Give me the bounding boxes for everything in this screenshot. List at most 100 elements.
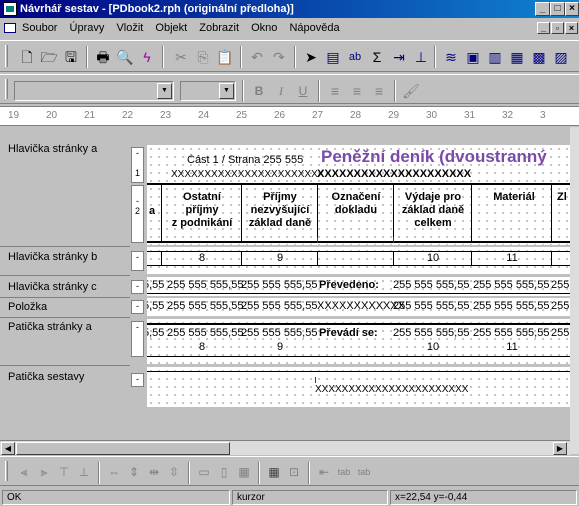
column-material-header[interactable]: Materiál — [477, 191, 551, 204]
frame-icon[interactable]: ▣ — [464, 48, 482, 66]
text-icon[interactable]: ab — [346, 48, 364, 66]
band-button-header-c[interactable]: - — [131, 280, 144, 294]
band-button-footer-a[interactable]: - — [131, 321, 144, 357]
band-button-header-b[interactable]: - — [131, 251, 144, 271]
amount-field[interactable]: 255 555 555,55 — [393, 300, 469, 313]
document-xfill[interactable]: XXXXXXXXXXXX — [317, 300, 405, 313]
horizontal-scrollbar[interactable]: ◀ ▶ — [0, 440, 570, 455]
toolbar-grip[interactable] — [5, 461, 8, 481]
amount-field[interactable]: 255 555 555,55 — [167, 300, 243, 313]
xfill-bold-text[interactable]: XXXXXXXXXXXXXXXXXXXXX — [317, 168, 471, 181]
transferred-label[interactable]: Převedeno: — [319, 279, 379, 292]
band-button-report-footer[interactable]: - — [131, 373, 144, 387]
field-icon[interactable]: ▤ — [324, 48, 342, 66]
column-other-income-header[interactable]: Ostatní příjmy z podnikání — [163, 191, 241, 230]
align-right-icon[interactable]: ≡ — [370, 82, 388, 100]
indent-icon[interactable]: ⇥ — [390, 48, 408, 66]
carry-over-label[interactable]: Převádí se: — [319, 327, 378, 340]
column-number-11[interactable]: 11 — [473, 341, 551, 354]
same-width-icon[interactable]: ⇔ — [106, 464, 122, 480]
document-icon[interactable] — [4, 23, 16, 33]
pointer-icon[interactable]: ➤ — [302, 48, 320, 66]
amount-field[interactable]: 255 555 555,55 — [473, 327, 549, 340]
send-back-icon[interactable]: ▯ — [216, 464, 232, 480]
band-item[interactable]: 5,55 255 555 555,55 255 555 555,55 XXXXX… — [147, 298, 570, 316]
menu-objekt[interactable]: Objekt — [155, 22, 187, 34]
mdi-close-button[interactable]: × — [565, 22, 578, 34]
bring-front-icon[interactable]: ▭ — [196, 464, 212, 480]
tab-icon[interactable]: tab — [336, 464, 352, 480]
band-page-footer-a[interactable]: 5,55 255 555 555,55 255 555 555,55 Převá… — [147, 319, 570, 364]
image-icon[interactable]: ▩ — [530, 48, 548, 66]
menu-napoveda[interactable]: Nápověda — [289, 22, 339, 34]
amount-field[interactable]: 255 555 555,55 — [393, 327, 469, 340]
report-title[interactable]: Peněžní deník (dvoustranný — [321, 147, 547, 167]
column-income-header[interactable]: Příjmy nezvyšující základ daně — [243, 191, 317, 230]
band-report-footer[interactable]: XXXXXXXXXXXXXXXXXXXXXXX — [147, 367, 570, 407]
column-number-10[interactable]: 10 — [395, 252, 471, 265]
section-label-page-footer-a[interactable]: Patička stránky a — [8, 321, 92, 333]
column-number-8[interactable]: 8 — [163, 252, 241, 265]
tab-right-icon[interactable]: tab — [356, 464, 372, 480]
section-label-page-header-a[interactable]: Hlavička stránky a — [8, 143, 97, 155]
band-icon[interactable]: ≋ — [442, 48, 460, 66]
column-number-8[interactable]: 8 — [163, 341, 241, 354]
paste-icon[interactable]: 📋 — [216, 48, 234, 66]
grid-toggle-icon[interactable]: ▦ — [266, 464, 282, 480]
table-icon[interactable]: ▥ — [486, 48, 504, 66]
tab-left-icon[interactable]: ⇤ — [316, 464, 332, 480]
same-height-icon[interactable]: ⇕ — [126, 464, 142, 480]
band-button-header-a-2[interactable]: - 2 — [131, 185, 144, 243]
toolbar-grip[interactable] — [5, 79, 8, 99]
amount-field[interactable]: 255 555 555,55 — [241, 279, 317, 292]
scroll-thumb[interactable] — [16, 442, 230, 455]
menu-zobrazit[interactable]: Zobrazit — [199, 22, 239, 34]
chevron-down-icon[interactable]: ▼ — [157, 83, 172, 99]
italic-button[interactable]: I — [272, 82, 290, 100]
group-icon[interactable]: ▦ — [236, 464, 252, 480]
space-vertical-icon[interactable]: ⇳ — [166, 464, 182, 480]
amount-field[interactable]: 255 555 555,55 — [241, 327, 317, 340]
redo-icon[interactable]: ↷ — [270, 48, 288, 66]
print-preview-icon[interactable]: 🔍 — [116, 48, 134, 66]
chevron-down-icon[interactable]: ▼ — [219, 83, 234, 99]
footer-xfill[interactable]: XXXXXXXXXXXXXXXXXXXXXXX — [315, 383, 468, 396]
column-number-9[interactable]: 9 — [243, 341, 317, 354]
amount-field[interactable]: 255 555 555,55 — [167, 327, 243, 340]
size-combo[interactable]: ▼ — [180, 81, 236, 101]
new-document-icon[interactable]: 🗋 — [18, 48, 36, 66]
menu-soubor[interactable]: Soubor — [22, 22, 57, 34]
column-document-header[interactable]: Označení dokladu — [319, 191, 393, 217]
scroll-left-icon[interactable]: ◀ — [1, 442, 15, 455]
maximize-button[interactable]: □ — [550, 2, 565, 16]
band-page-header-c[interactable]: 5,55 255 555 555,55 255 555 555,55 Převe… — [147, 277, 570, 296]
lightning-icon[interactable]: ϟ — [138, 48, 156, 66]
undo-icon[interactable]: ↶ — [248, 48, 266, 66]
align-center-icon[interactable]: ≡ — [348, 82, 366, 100]
section-label-page-header-c[interactable]: Hlavička stránky c — [8, 281, 97, 293]
column-a-header[interactable]: a — [149, 205, 155, 218]
band-button-header-a-1[interactable]: - 1 — [131, 147, 144, 183]
column-number-9[interactable]: 9 — [243, 252, 317, 265]
amount-field[interactable]: 255 555 555,55 — [551, 279, 570, 292]
align-bottom-edges-icon[interactable]: ⊥ — [76, 464, 92, 480]
menu-upravy[interactable]: Úpravy — [70, 22, 105, 34]
align-left-edges-icon[interactable]: ⫷ — [16, 464, 32, 480]
cut-icon[interactable]: ✂ — [172, 48, 190, 66]
column-expense-header[interactable]: Výdaje pro základ daně celkem — [395, 191, 471, 230]
amount-field[interactable]: 5,55 — [147, 327, 164, 340]
amount-field[interactable]: 255 555 555,55 — [551, 300, 570, 313]
column-number-11[interactable]: 11 — [473, 252, 551, 265]
column-number-10[interactable]: 10 — [395, 341, 471, 354]
open-folder-icon[interactable]: 🗁 — [40, 48, 58, 66]
column-z-header[interactable]: Zl — [557, 191, 567, 204]
save-icon[interactable]: 🖫 — [62, 48, 80, 66]
minimize-button[interactable]: _ — [535, 2, 550, 16]
band-button-item[interactable]: - — [131, 300, 144, 314]
print-icon[interactable]: 🖶 — [94, 48, 112, 66]
mdi-restore-button[interactable]: ▫ — [551, 22, 564, 34]
format-painter-icon[interactable]: 🖌 — [402, 82, 420, 100]
amount-field[interactable]: 255 555 555,55 — [473, 279, 549, 292]
snap-icon[interactable]: ⊡ — [286, 464, 302, 480]
section-label-page-header-b[interactable]: Hlavička stránky b — [8, 251, 97, 263]
